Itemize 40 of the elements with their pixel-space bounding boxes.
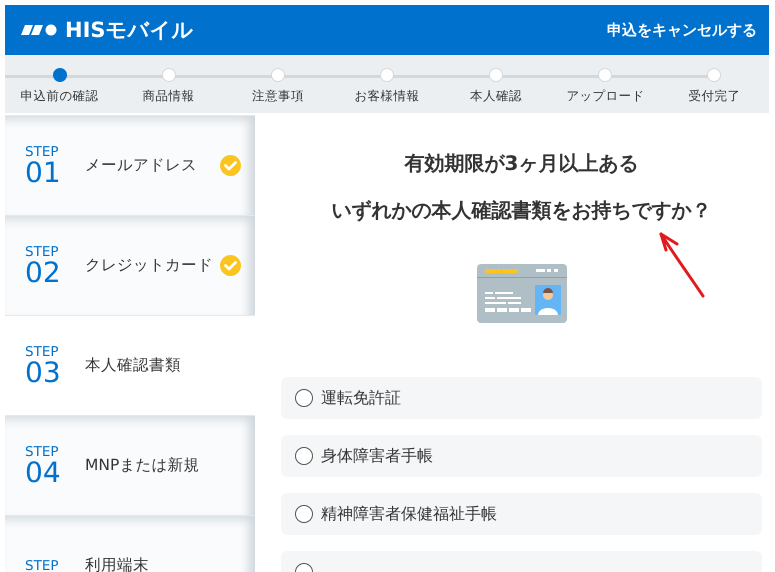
cancel-link[interactable]: 申込をキャンセルする bbox=[607, 20, 757, 40]
step-number: 01 bbox=[25, 158, 62, 186]
step-title: MNPまたは新規 bbox=[85, 455, 200, 476]
step-item[interactable]: STEP 01 メールアドレス bbox=[5, 115, 255, 215]
progress-step-label: お客様情報 bbox=[354, 88, 420, 105]
radio-button[interactable] bbox=[295, 389, 313, 407]
step-number: 03 bbox=[25, 358, 62, 386]
radio-button[interactable] bbox=[295, 447, 313, 465]
radio-button[interactable] bbox=[295, 505, 313, 523]
option-label: 精神障害者保健福祉手帳 bbox=[321, 504, 497, 524]
progress-step-label: 本人確認 bbox=[470, 88, 522, 105]
step-number: 04 bbox=[25, 458, 62, 486]
logo-mark-icon bbox=[21, 23, 59, 37]
progress-step-label: アップロード bbox=[566, 88, 644, 105]
id-card-icon bbox=[476, 264, 566, 323]
radio-option[interactable]: 運転免許証 bbox=[281, 377, 762, 419]
logo-text: HISモバイル bbox=[65, 17, 194, 44]
progress-step-label: 受付完了 bbox=[688, 88, 740, 105]
radio-option[interactable]: 身体障害者手帳 bbox=[281, 435, 762, 477]
question-heading: いずれかの本人確認書類をお持ちですか？ bbox=[332, 198, 712, 222]
progress-step-label: 申込前の確認 bbox=[20, 88, 99, 105]
step-item[interactable]: STEP 利用端末 bbox=[5, 515, 255, 572]
step-title: クレジットカード bbox=[85, 255, 214, 276]
step-number: 02 bbox=[25, 258, 62, 286]
step-label: STEP bbox=[25, 244, 60, 258]
step-item[interactable]: STEP 02 クレジットカード bbox=[5, 215, 255, 315]
option-label: 運転免許証 bbox=[321, 388, 401, 408]
radio-option[interactable]: 精神障害者保健福祉手帳 bbox=[281, 493, 762, 535]
step-title: 利用端末 bbox=[85, 555, 150, 572]
step-label: STEP bbox=[25, 144, 60, 158]
progress-step-label: 商品情報 bbox=[142, 88, 195, 105]
step-label: STEP bbox=[25, 344, 60, 358]
question-heading: 有効期限が3ヶ月以上ある bbox=[404, 151, 638, 175]
step-title: 本人確認書類 bbox=[85, 355, 182, 376]
step-title: メールアドレス bbox=[85, 155, 198, 176]
step-label: STEP bbox=[25, 444, 60, 458]
step-item[interactable]: STEP 04 MNPまたは新規 bbox=[5, 415, 255, 515]
progress-step-label: 注意事項 bbox=[252, 88, 304, 105]
step-label: STEP bbox=[25, 558, 60, 572]
option-label: 身体障害者手帳 bbox=[321, 446, 433, 466]
